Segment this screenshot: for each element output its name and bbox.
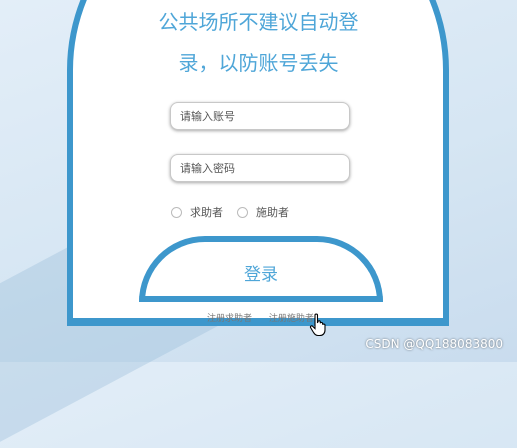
hand-pointer-cursor-icon — [309, 313, 326, 337]
login-button[interactable]: 登录 — [139, 236, 383, 302]
radio-circle-icon[interactable] — [171, 206, 182, 218]
radio-circle-icon[interactable] — [237, 206, 248, 218]
account-input[interactable] — [170, 102, 350, 130]
watermark-text: CSDN @QQ188083800 — [365, 337, 503, 351]
login-notice-line2: 录，以防账号丢失 — [178, 51, 339, 75]
radio-seeker-label: 求助者 — [190, 206, 223, 219]
radio-helper-label: 施助者 — [256, 206, 289, 219]
role-selector: 求助者 施助者 — [171, 204, 303, 220]
radio-helper[interactable]: 施助者 — [237, 204, 289, 220]
login-notice-line1: 公共场所不建议自动登 — [158, 10, 359, 34]
login-button-label: 登录 — [244, 264, 278, 285]
password-input[interactable] — [170, 154, 350, 182]
register-helper-link[interactable]: 注册施助者 — [269, 314, 314, 324]
radio-seeker[interactable]: 求助者 — [171, 204, 223, 220]
register-seeker-link[interactable]: 注册求助者 — [207, 314, 252, 324]
